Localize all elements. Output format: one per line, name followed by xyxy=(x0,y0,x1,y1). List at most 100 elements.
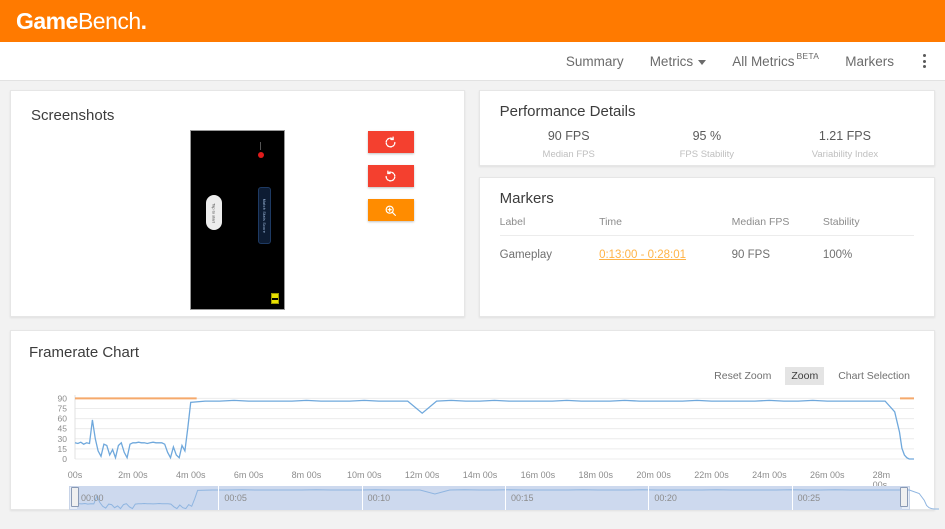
nav-item-markers[interactable]: Markers xyxy=(845,54,894,69)
preview-yellow-marker xyxy=(271,293,279,304)
brush-tick-label: 00:15 xyxy=(511,493,534,503)
kebab-menu-icon[interactable] xyxy=(918,50,931,72)
svg-text:75: 75 xyxy=(58,403,68,413)
nav-label-markers: Markers xyxy=(845,54,894,69)
preview-pill-label: Tap to start xyxy=(211,203,216,223)
x-axis-tick: 6m 00s xyxy=(234,470,264,480)
stat-median-fps: 90 FPS Median FPS xyxy=(500,129,638,160)
screenshot-image[interactable]: Tap to start Match Stats Score xyxy=(190,130,285,310)
brush-handle-right[interactable] xyxy=(900,487,908,507)
stat-variability-index-value: 1.21 FPS xyxy=(776,129,914,143)
framerate-line-chart[interactable]: 0153045607590 xyxy=(29,391,918,469)
marker-label: Gameplay xyxy=(500,236,599,262)
nav-item-metrics[interactable]: Metrics xyxy=(650,54,707,69)
table-row: Gameplay 0:13:00 - 0:28:01 90 FPS 100% xyxy=(500,236,914,262)
marker-time-link[interactable]: 0:13:00 - 0:28:01 xyxy=(599,249,686,261)
svg-text:0: 0 xyxy=(62,454,67,464)
x-axis-tick: 12m 00s xyxy=(405,470,440,480)
brush-separator xyxy=(218,486,219,510)
brush-separator xyxy=(505,486,506,510)
svg-text:60: 60 xyxy=(58,414,68,424)
markers-title: Markers xyxy=(500,190,914,207)
preview-red-dot xyxy=(258,152,264,158)
svg-text:30: 30 xyxy=(58,434,68,444)
logo-text-bold: Game xyxy=(16,8,78,34)
chart-controls: Reset Zoom Zoom Chart Selection xyxy=(29,367,916,385)
brush-tick-label: 00:10 xyxy=(368,493,391,503)
brush-tick-label: 00:20 xyxy=(654,493,677,503)
markers-col-time: Time xyxy=(599,212,732,236)
chart-x-axis: 00s2m 00s4m 00s6m 00s8m 00s10m 00s12m 00… xyxy=(75,469,910,483)
x-axis-tick: 16m 00s xyxy=(521,470,556,480)
svg-text:45: 45 xyxy=(58,424,68,434)
stat-variability-index-label: Variability Index xyxy=(776,149,914,160)
brush-tick-label: 00:00 xyxy=(81,493,104,503)
marker-stability: 100% xyxy=(823,236,914,262)
preview-tick-mark xyxy=(260,142,262,150)
chart-selection-button[interactable]: Chart Selection xyxy=(832,367,916,385)
svg-text:90: 90 xyxy=(58,393,68,403)
app-header: GameBench. xyxy=(0,0,945,42)
chart-range-brush[interactable]: 00:00 00:05 00:10 00:15 00:20 00:25 xyxy=(69,486,910,510)
brush-tick-label: 00:05 xyxy=(224,493,247,503)
svg-text:15: 15 xyxy=(58,444,68,454)
brush-handle-left[interactable] xyxy=(71,487,79,507)
preview-side-panel: Match Stats Score xyxy=(258,187,271,244)
marker-median-fps: 90 FPS xyxy=(732,236,823,262)
page-content: Screenshots Tap to start Match Stats Sco… xyxy=(0,81,945,510)
brush-separator xyxy=(792,486,793,510)
x-axis-tick: 4m 00s xyxy=(176,470,206,480)
nav-item-summary[interactable]: Summary xyxy=(566,54,624,69)
nav-label-all-metrics: All Metrics xyxy=(732,54,794,69)
top-row: Screenshots Tap to start Match Stats Sco… xyxy=(10,90,935,317)
stat-fps-stability: 95 % FPS Stability xyxy=(638,129,776,160)
nav-item-all-metrics[interactable]: All Metrics BETA xyxy=(732,54,819,69)
stat-median-fps-label: Median FPS xyxy=(500,149,638,160)
nav-label-metrics: Metrics xyxy=(650,54,694,69)
x-axis-tick: 8m 00s xyxy=(292,470,322,480)
stat-fps-stability-label: FPS Stability xyxy=(638,149,776,160)
brush-separator xyxy=(648,486,649,510)
logo-dot: . xyxy=(141,8,147,34)
x-axis-tick: 14m 00s xyxy=(463,470,498,480)
nav-label-summary: Summary xyxy=(566,54,624,69)
x-axis-tick: 2m 00s xyxy=(118,470,148,480)
screenshots-title: Screenshots xyxy=(31,107,444,124)
brush-tick-label: 00:25 xyxy=(798,493,821,503)
performance-details-title: Performance Details xyxy=(500,103,914,120)
reset-zoom-button[interactable]: Reset Zoom xyxy=(708,367,777,385)
x-axis-tick: 10m 00s xyxy=(347,470,382,480)
stat-fps-stability-value: 95 % xyxy=(638,129,776,143)
brush-separator xyxy=(362,486,363,510)
chevron-down-icon xyxy=(698,60,706,65)
markers-col-stability: Stability xyxy=(823,212,914,236)
right-column: Performance Details 90 FPS Median FPS 95… xyxy=(479,90,935,317)
zoom-button[interactable]: Zoom xyxy=(785,367,824,385)
magnifier-plus-icon xyxy=(384,204,397,217)
markers-header-row: Label Time Median FPS Stability xyxy=(500,212,914,236)
x-axis-tick: 20m 00s xyxy=(636,470,671,480)
performance-stats: 90 FPS Median FPS 95 % FPS Stability 1.2… xyxy=(500,129,914,160)
screenshots-card: Screenshots Tap to start Match Stats Sco… xyxy=(10,90,465,317)
chart-plot-area[interactable]: 0153045607590 xyxy=(29,391,916,469)
preview-pill: Tap to start xyxy=(206,195,222,230)
x-axis-tick: 18m 00s xyxy=(578,470,613,480)
rotate-left-button[interactable] xyxy=(368,131,414,153)
stat-variability-index: 1.21 FPS Variability Index xyxy=(776,129,914,160)
zoom-in-button[interactable] xyxy=(368,199,414,221)
x-axis-tick: 22m 00s xyxy=(694,470,729,480)
markers-col-label: Label xyxy=(500,212,599,236)
rotate-right-icon xyxy=(384,170,397,183)
markers-col-median-fps: Median FPS xyxy=(732,212,823,236)
performance-details-card: Performance Details 90 FPS Median FPS 95… xyxy=(479,90,935,166)
stat-median-fps-value: 90 FPS xyxy=(500,129,638,143)
x-axis-tick: 24m 00s xyxy=(752,470,787,480)
logo-text-light: Bench xyxy=(78,8,141,34)
x-axis-tick: 00s xyxy=(68,470,83,480)
beta-badge: BETA xyxy=(796,51,819,61)
rotate-right-button[interactable] xyxy=(368,165,414,187)
screenshot-tools xyxy=(368,131,414,221)
gamebench-logo[interactable]: GameBench. xyxy=(16,8,147,35)
marker-time-cell: 0:13:00 - 0:28:01 xyxy=(599,236,732,262)
preview-panel-label: Match Stats Score xyxy=(262,198,266,232)
